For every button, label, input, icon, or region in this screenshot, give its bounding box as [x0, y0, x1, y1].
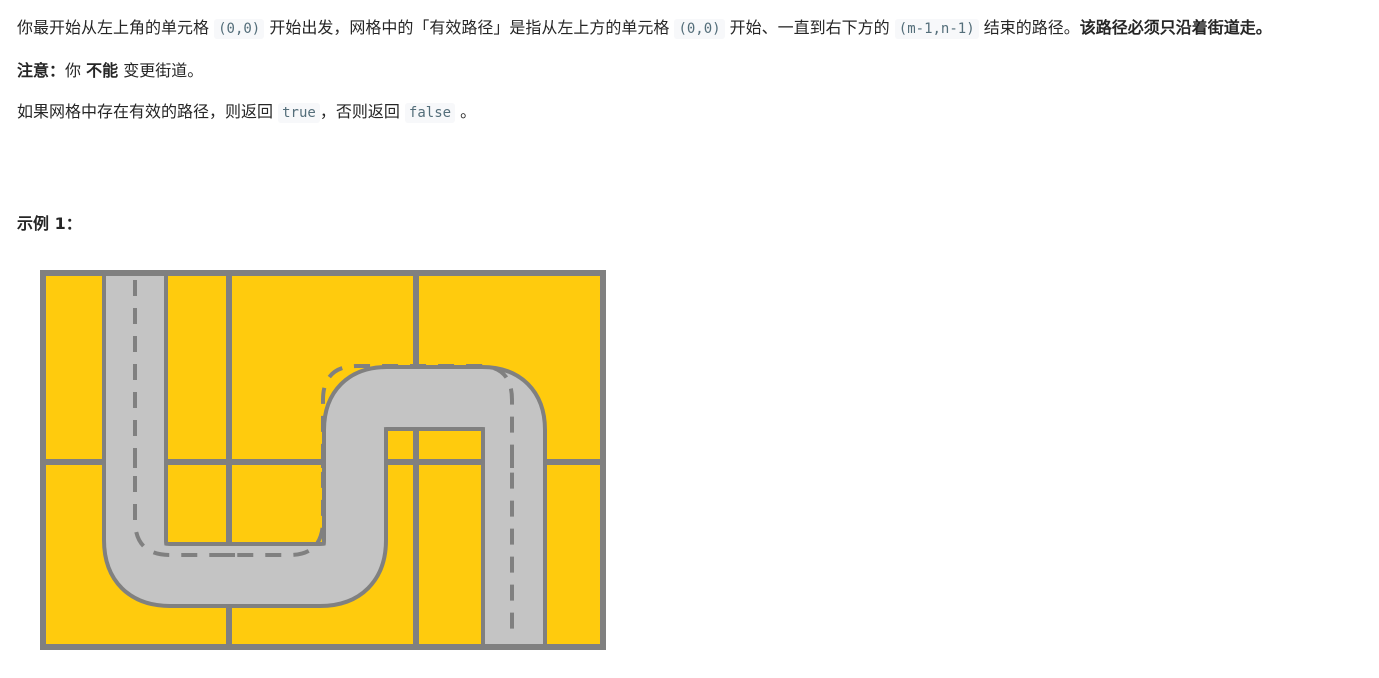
note-paragraph: 注意：你 不能 变更街道。 [17, 57, 1373, 84]
text: 。 [455, 102, 477, 121]
bold-text: 不能 [86, 61, 119, 80]
example-figure [40, 270, 606, 650]
text: 变更街道。 [118, 61, 204, 80]
inline-code: (0,0) [214, 19, 265, 39]
street-grid-image [40, 270, 606, 650]
text: ，否则返回 [319, 102, 405, 121]
text: 开始、一直到右下方的 [724, 18, 895, 37]
inline-code: true [278, 103, 320, 123]
text: 开始出发，网格中的「有效路径」是指从左上方的单元格 [264, 18, 675, 37]
text: 如果网格中存在有效的路径，则返回 [17, 102, 279, 121]
text: 结束的路径。 [978, 18, 1080, 37]
text: 你最开始从左上角的单元格 [17, 18, 215, 37]
problem-description: 你最开始从左上角的单元格 (0,0) 开始出发，网格中的「有效路径」是指从左上方… [17, 14, 1373, 127]
bold-text: 该路径必须只沿着街道走。 [1079, 18, 1272, 37]
note-label: 注意： [17, 61, 66, 80]
return-paragraph: 如果网格中存在有效的路径，则返回 true ，否则返回 false 。 [17, 98, 1373, 127]
description-paragraph-1: 你最开始从左上角的单元格 (0,0) 开始出发，网格中的「有效路径」是指从左上方… [17, 14, 1373, 43]
text: 你 [65, 61, 87, 80]
example-title: 示例 1： [17, 214, 82, 233]
inline-code: (m-1,n-1) [894, 19, 979, 39]
inline-code: false [404, 103, 456, 123]
inline-code: (0,0) [674, 19, 725, 39]
